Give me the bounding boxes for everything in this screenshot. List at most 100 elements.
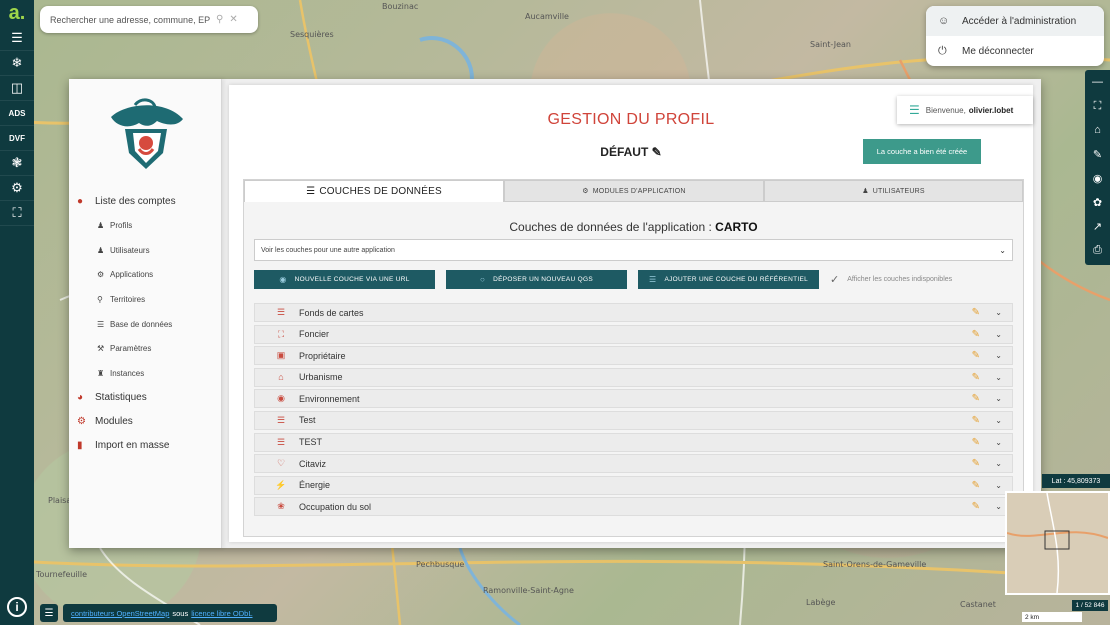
nav-import[interactable]: ▮ Import en masse — [77, 434, 222, 458]
layer-row[interactable]: ◉ Environnement ✎ ⌄ — [254, 389, 1013, 409]
layer-row[interactable]: ❀ Occupation du sol ✎ ⌄ — [254, 497, 1013, 517]
nav-territories[interactable]: ⚲ Territoires — [77, 287, 222, 312]
new-url-layer-button[interactable]: ◉ NOUVELLE COUCHE VIA UNE URL — [254, 270, 435, 289]
edit-pencil-icon[interactable]: ✎ — [972, 307, 980, 318]
chevron-down-icon[interactable]: ⌄ — [995, 330, 1002, 339]
nav-modules[interactable]: ⚙ Modules — [77, 410, 222, 434]
globe-icon: ◉ — [279, 275, 287, 284]
fingerprint-icon[interactable]: ✿ — [1085, 190, 1110, 214]
expand-icon: ⛶ — [277, 328, 285, 339]
search-icon[interactable]: ⚲ — [216, 14, 223, 25]
qgis-icon: ○ — [480, 275, 486, 284]
ads-icon[interactable]: ADS — [0, 101, 34, 126]
chart-icon[interactable]: ↗ — [1085, 214, 1110, 238]
edit-pencil-icon[interactable]: ✎ — [972, 437, 980, 448]
bolt-icon: ⚡ — [275, 479, 287, 490]
nav-modules-label: Modules — [95, 416, 133, 428]
minus-icon[interactable]: — — [1085, 70, 1110, 94]
chevron-down-icon[interactable]: ⌄ — [995, 373, 1002, 382]
chevron-down-icon[interactable]: ⌄ — [995, 394, 1002, 403]
edit-pencil-icon[interactable]: ✎ — [972, 501, 980, 512]
globe-icon: ◉ — [277, 393, 285, 404]
overview-minimap[interactable] — [1005, 491, 1110, 595]
print-icon[interactable]: ⎙ — [1085, 238, 1110, 262]
chevron-down-icon[interactable]: ⌄ — [995, 416, 1002, 425]
nav-accounts[interactable]: ● Liste des comptes — [77, 189, 222, 213]
extent-icon[interactable]: ⛶ — [1085, 94, 1110, 118]
right-toolbar: — ⛶ ⌂ ✎ ◉ ✿ ↗ ⎙ — [1085, 70, 1110, 265]
edit-pencil-icon[interactable]: ✎ — [972, 458, 980, 469]
map-label: Ramonville-Saint-Agne — [483, 586, 574, 595]
stack-icon: ☰ — [909, 103, 920, 117]
add-referential-layer-button[interactable]: ☰ AJOUTER UNE COUCHE DU RÉFÉRENTIEL — [638, 270, 819, 289]
layer-row[interactable]: ♡ Citaviz ✎ ⌄ — [254, 454, 1013, 474]
nav-applications[interactable]: ⚙ Applications — [77, 262, 222, 287]
layer-name: Propriétaire — [299, 350, 346, 361]
layer-name: Test — [299, 415, 316, 426]
clear-icon[interactable]: ✕ — [229, 14, 237, 25]
edit-pencil-icon[interactable]: ✎ — [972, 329, 980, 340]
nav-users[interactable]: ♟ Utilisateurs — [77, 238, 222, 263]
osm-link[interactable]: contributeurs OpenStreetMap — [71, 609, 169, 618]
upload-qgs-button[interactable]: ○ DÉPOSER UN NOUVEAU QGS — [446, 270, 627, 289]
layer-list: ☰ Fonds de cartes ✎ ⌄ ⛶ Foncier ✎ ⌄ ▣ Pr… — [254, 303, 1013, 519]
nav-database[interactable]: ☰ Base de données — [77, 312, 222, 337]
layer-row[interactable]: ⌂ Urbanisme ✎ ⌄ — [254, 367, 1013, 387]
target-icon[interactable]: ◉ — [1085, 166, 1110, 190]
layer-row[interactable]: ☰ Fonds de cartes ✎ ⌄ — [254, 303, 1013, 322]
chevron-down-icon[interactable]: ⌄ — [995, 502, 1002, 511]
search-input[interactable] — [50, 14, 210, 25]
layer-row[interactable]: ☰ TEST ✎ ⌄ — [254, 432, 1013, 452]
layer-name: Énergie — [299, 480, 331, 491]
check-icon[interactable]: ✓ — [830, 273, 839, 286]
aperture-icon[interactable]: ❃ — [0, 151, 34, 176]
tab-users[interactable]: ♟ UTILISATEURS — [764, 180, 1023, 202]
nav-instances[interactable]: ♜ Instances — [77, 361, 222, 386]
admin-nav: ● Liste des comptes ♟ Profils ♟ Utilisat… — [77, 189, 222, 458]
application-select[interactable]: Voir les couches pour une autre applicat… — [254, 239, 1013, 261]
license-link[interactable]: licence libre ODbL — [191, 609, 252, 618]
layer-row[interactable]: ⚡ Énergie ✎ ⌄ — [254, 475, 1013, 495]
tab-app-modules[interactable]: ⚙ MODULES D'APPLICATION — [504, 180, 764, 202]
image-icon: ▣ — [276, 350, 286, 361]
dvf-icon[interactable]: DVF — [0, 126, 34, 151]
nav-statistics[interactable]: ◕ Statistiques — [77, 386, 222, 410]
layers-icon[interactable]: ☰ — [0, 26, 34, 51]
chevron-down-icon[interactable]: ⌄ — [995, 308, 1002, 317]
users-icon: ♟ — [97, 245, 105, 255]
snowflake-icon[interactable]: ❄ — [0, 51, 34, 76]
tab-data-layers[interactable]: ☰ COUCHES DE DONNÉES — [244, 180, 504, 202]
chevron-down-icon[interactable]: ⌄ — [995, 351, 1002, 360]
edit-pencil-icon[interactable]: ✎ — [972, 480, 980, 491]
edit-pencil-icon[interactable]: ✎ — [972, 350, 980, 361]
admin-access-item[interactable]: ☺ Accéder à l'administration — [926, 6, 1104, 36]
layer-row[interactable]: ▣ Propriétaire ✎ ⌄ — [254, 346, 1013, 366]
musketeer-logo — [111, 98, 183, 169]
edit-pencil-icon[interactable]: ✎ — [972, 372, 980, 383]
edit-pencil-icon[interactable]: ✎ — [972, 415, 980, 426]
export-icon[interactable]: ◫ — [0, 76, 34, 101]
fullscreen-icon[interactable]: ⛶ — [0, 201, 34, 226]
info-icon[interactable]: i — [7, 597, 27, 617]
edit-pencil-icon[interactable]: ✎ — [652, 145, 662, 159]
nav-settings[interactable]: ⚒ Paramètres — [77, 336, 222, 361]
app-logo[interactable]: a. — [0, 0, 34, 26]
layers-panel: ☰ COUCHES DE DONNÉES ⚙ MODULES D'APPLICA… — [243, 179, 1024, 537]
logout-item[interactable]: ⏻ Me déconnecter — [926, 36, 1104, 66]
pie-chart-icon: ◕ — [77, 392, 84, 404]
map-label: Sesquières — [290, 30, 334, 39]
location-gear-icon[interactable]: ⚙ — [0, 176, 34, 201]
heart-icon: ♡ — [276, 458, 286, 469]
layer-row[interactable]: ☰ Test ✎ ⌄ — [254, 410, 1013, 430]
chevron-down-icon[interactable]: ⌄ — [995, 459, 1002, 468]
chevron-down-icon[interactable]: ⌄ — [995, 438, 1002, 447]
nav-profiles[interactable]: ♟ Profils — [77, 213, 222, 238]
layer-row[interactable]: ⛶ Foncier ✎ ⌄ — [254, 324, 1013, 344]
show-unavailable-toggle[interactable]: ✓ Afficher les couches indisponibles — [830, 270, 952, 289]
stack-icon: ☰ — [276, 307, 286, 317]
pencil-icon[interactable]: ✎ — [1085, 142, 1110, 166]
edit-pencil-icon[interactable]: ✎ — [972, 393, 980, 404]
home-icon[interactable]: ⌂ — [1085, 118, 1110, 142]
chevron-down-icon[interactable]: ⌄ — [995, 481, 1002, 490]
legend-toggle-icon[interactable]: ☰ — [40, 604, 58, 622]
